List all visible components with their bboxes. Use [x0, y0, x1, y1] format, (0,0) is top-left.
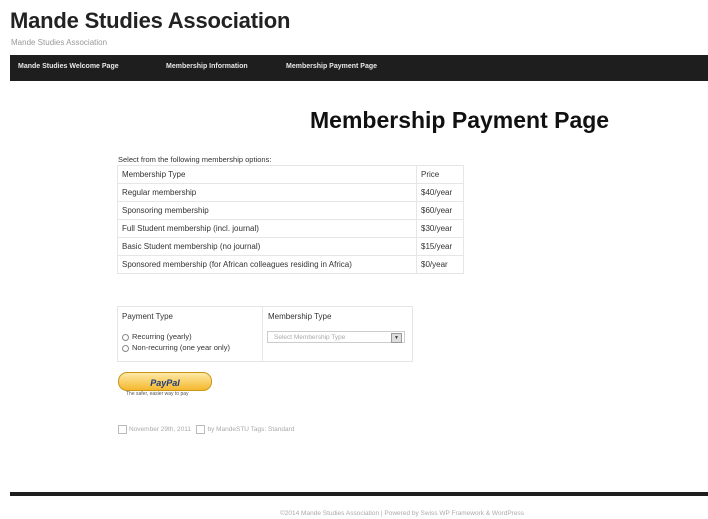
membership-type-label: Membership Type [268, 312, 332, 321]
membership-options-table: Membership Type Price Regular membership… [117, 165, 464, 274]
table-row: Sponsoring membership $60/year [117, 201, 464, 220]
table-row: Full Student membership (incl. journal) … [117, 219, 464, 238]
membership-type-cell: Sponsored membership (for African collea… [117, 255, 417, 274]
page-title: Membership Payment Page [310, 107, 610, 133]
radio-recurring[interactable]: Recurring (yearly) [122, 332, 192, 341]
post-date: November 29th, 2011 [129, 426, 192, 434]
calendar-icon [118, 425, 127, 434]
price-cell: $0/year [416, 255, 464, 274]
membership-type-cell: Regular membership [117, 183, 417, 202]
site-title[interactable]: Mande Studies Association [10, 8, 290, 34]
intro-text: Select from the following membership opt… [118, 155, 272, 164]
form-divider [262, 307, 263, 361]
membership-type-select[interactable]: Select Membership Type ▼ [267, 331, 405, 343]
membership-type-cell: Full Student membership (incl. journal) [117, 219, 417, 238]
table-row: Regular membership $40/year [117, 183, 464, 202]
chevron-down-icon[interactable]: ▼ [391, 333, 402, 343]
price-cell: $60/year [416, 201, 464, 220]
nav-item-membership-payment[interactable]: Membership Payment Page [286, 63, 377, 70]
user-icon [196, 425, 206, 434]
payment-form: Payment Type Membership Type Recurring (… [117, 306, 413, 362]
footer-copyright: ©2014 Mande Studies Association | Powere… [280, 510, 524, 517]
table-row: Basic Student membership (no journal) $1… [117, 237, 464, 256]
paypal-button[interactable]: PayPal [118, 372, 212, 391]
main-navigation: Mande Studies Welcome Page Membership In… [10, 55, 708, 81]
footer-divider [10, 492, 708, 496]
price-cell: $40/year [416, 183, 464, 202]
paypal-logo: PayPal [150, 378, 180, 388]
table-row: Sponsored membership (for African collea… [117, 255, 464, 274]
site-tagline: Mande Studies Association [11, 38, 108, 47]
post-meta: November 29th, 2011 by MandeSTU Tags: St… [118, 425, 294, 434]
radio-recurring-label: Recurring (yearly) [132, 332, 192, 341]
nav-item-welcome[interactable]: Mande Studies Welcome Page [18, 63, 119, 70]
payment-type-label: Payment Type [122, 312, 173, 321]
header-membership-type: Membership Type [117, 165, 417, 184]
select-placeholder: Select Membership Type [274, 334, 346, 341]
table-header-row: Membership Type Price [117, 165, 464, 184]
radio-non-recurring[interactable]: Non-recurring (one year only) [122, 343, 230, 352]
nav-item-membership-information[interactable]: Membership Information [166, 63, 248, 70]
paypal-tagline: The safer, easier way to pay [126, 391, 189, 397]
membership-type-cell: Basic Student membership (no journal) [117, 237, 417, 256]
radio-non-recurring-label: Non-recurring (one year only) [132, 343, 230, 352]
radio-button[interactable] [122, 333, 129, 341]
radio-button[interactable] [122, 344, 129, 352]
price-cell: $15/year [416, 237, 464, 256]
membership-type-cell: Sponsoring membership [117, 201, 417, 220]
header-price: Price [416, 165, 464, 184]
price-cell: $30/year [416, 219, 464, 238]
post-author[interactable]: by MandeSTU Tags: Standard [207, 426, 294, 433]
